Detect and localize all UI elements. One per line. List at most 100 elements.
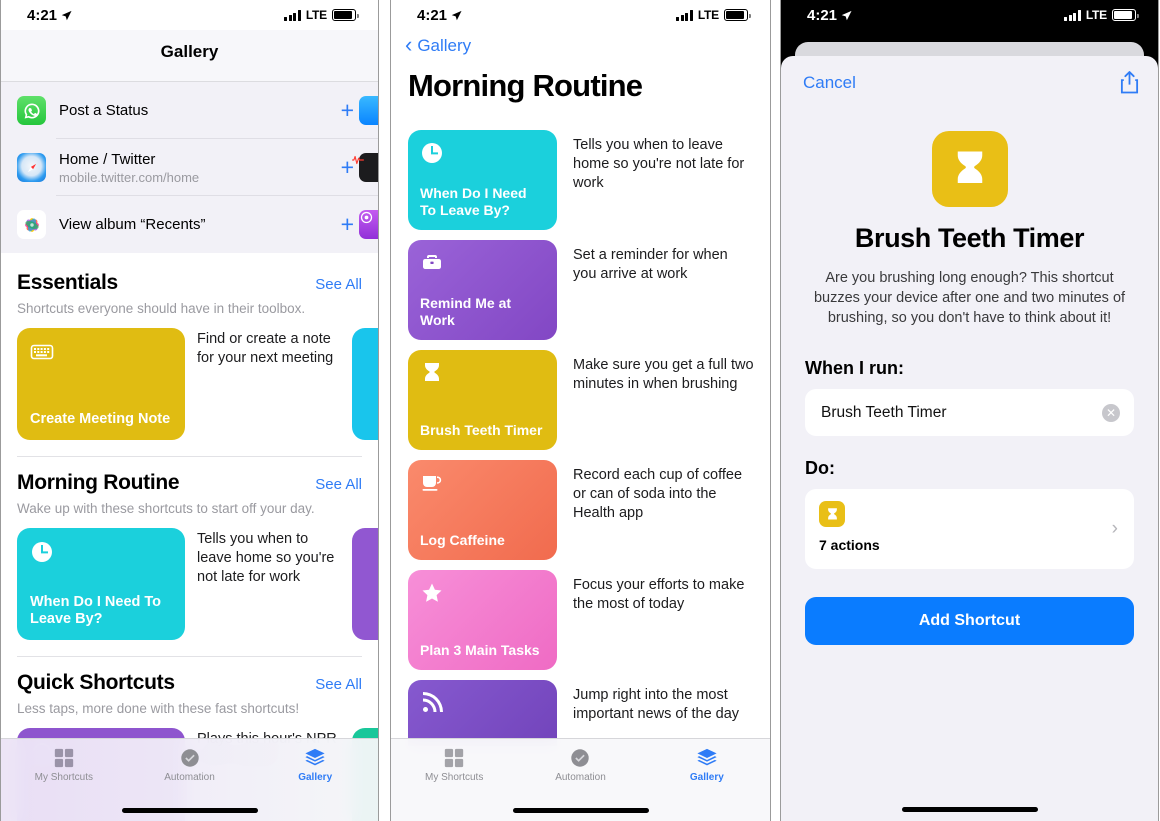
section-header: Quick Shortcuts See All xyxy=(17,671,362,695)
see-all-link[interactable]: See All xyxy=(315,276,362,293)
shortcut-description: Tells you when to leave home so you're n… xyxy=(197,531,335,585)
peek-app-icon xyxy=(359,210,378,239)
location-arrow-icon xyxy=(841,10,852,20)
section-cards: Create Meeting Note Find or create a not… xyxy=(17,328,378,440)
battery-icon xyxy=(724,9,751,21)
list-item[interactable]: Log Caffeine Record each cup of coffee o… xyxy=(391,460,770,570)
shortcut-list[interactable]: When Do I Need To Leave By? Tells you wh… xyxy=(391,130,770,746)
add-shortcut-button[interactable]: Add Shortcut xyxy=(805,597,1134,645)
tab-automation[interactable]: Automation xyxy=(517,747,643,783)
tab-label: My Shortcuts xyxy=(424,772,484,783)
shortcut-card[interactable]: Plan 3 Main Tasks xyxy=(408,570,557,670)
list-item-text: Post a Status xyxy=(59,101,341,120)
cancel-button[interactable]: Cancel xyxy=(803,73,856,93)
shortcut-card-name: Brush Teeth Timer xyxy=(420,422,543,438)
share-icon[interactable] xyxy=(1119,70,1140,95)
phone-panel-morning-routine: 4:21 LTE ‹ Gallery Morning Routine When … xyxy=(390,0,771,821)
status-bar: 4:21 LTE xyxy=(391,0,770,30)
shortcut-description: Focus your efforts to make the most of t… xyxy=(573,577,745,612)
shortcut-card[interactable]: When Do I Need To Leave By? xyxy=(408,130,557,230)
tab-gallery[interactable]: Gallery xyxy=(252,747,378,783)
screenshot-stage: 4:21 LTE Gallery Post a Status + Home / … xyxy=(0,0,1160,821)
shortcut-description: Record each cup of coffee or can of soda… xyxy=(573,467,743,521)
shortcut-card-name: When Do I Need To Leave By? xyxy=(30,594,162,627)
clock-icon xyxy=(422,143,442,163)
shortcut-name-input[interactable]: Brush Teeth Timer ✕ xyxy=(805,389,1134,436)
actions-card[interactable]: 7 actions › xyxy=(805,489,1134,569)
page-title: Morning Routine xyxy=(408,68,643,103)
page-title: Brush Teeth Timer xyxy=(854,223,1085,253)
list-item[interactable]: When Do I Need To Leave By? Tells you wh… xyxy=(391,130,770,240)
list-item-text: Home / Twitter mobile.twitter.com/home xyxy=(59,150,341,186)
back-button[interactable]: ‹ Gallery xyxy=(405,32,770,57)
section-header: Essentials See All xyxy=(17,271,362,295)
list-item[interactable]: Remind Me at Work Set a reminder for whe… xyxy=(391,240,770,350)
section-subtitle: Wake up with these shortcuts to start of… xyxy=(17,501,315,516)
layers-icon xyxy=(697,748,717,766)
tab-automation[interactable]: Automation xyxy=(127,747,253,783)
gallery-scroll-area[interactable]: Post a Status + Home / Twitter mobile.tw… xyxy=(1,82,378,821)
peek-card[interactable] xyxy=(352,528,378,640)
clear-circle-icon[interactable]: ✕ xyxy=(1102,403,1120,422)
section-title: Essentials xyxy=(17,271,118,294)
shortcut-card[interactable]: Remind Me at Work xyxy=(408,240,557,340)
list-item[interactable]: Jump right into the most important news … xyxy=(391,680,770,746)
see-all-link[interactable]: See All xyxy=(315,676,362,693)
shortcut-app-icon xyxy=(931,131,1008,207)
see-all-link[interactable]: See All xyxy=(315,476,362,493)
tab-my-shortcuts[interactable]: My Shortcuts xyxy=(1,747,127,783)
signal-bars-icon xyxy=(1064,9,1081,21)
tab-gallery[interactable]: Gallery xyxy=(644,747,770,783)
status-bar-left: 4:21 xyxy=(807,7,852,24)
layers-icon xyxy=(305,748,325,766)
hourglass-icon xyxy=(957,151,982,183)
home-indicator xyxy=(121,808,258,813)
shortcut-description: Jump right into the most important news … xyxy=(573,687,740,722)
section-morning-routine: Morning Routine See All Wake up with the… xyxy=(1,457,378,657)
peek-card[interactable] xyxy=(352,328,378,440)
list-item[interactable]: Brush Teeth Timer Make sure you get a fu… xyxy=(391,350,770,460)
status-time: 4:21 xyxy=(27,6,58,24)
list-item[interactable]: Plan 3 Main Tasks Focus your efforts to … xyxy=(391,570,770,680)
page-title: Gallery xyxy=(160,42,219,61)
tab-label: Automation xyxy=(164,772,215,783)
sheet-toolbar: Cancel xyxy=(781,56,1158,95)
carrier-label: LTE xyxy=(305,8,327,22)
shortcut-description: Find or create a note for your next meet… xyxy=(197,331,334,366)
shortcut-card[interactable]: Log Caffeine xyxy=(408,460,557,560)
status-bar: 4:21 LTE xyxy=(781,0,1158,30)
chevron-left-icon: ‹ xyxy=(405,32,413,57)
list-item[interactable]: Post a Status + xyxy=(1,82,378,139)
carrier-label: LTE xyxy=(697,8,719,22)
tab-my-shortcuts[interactable]: My Shortcuts xyxy=(391,747,517,783)
battery-icon xyxy=(1112,9,1139,21)
peek-app-icon xyxy=(352,153,378,182)
tab-label: Gallery xyxy=(689,772,724,783)
keyboard-icon xyxy=(30,344,54,360)
shortcut-card[interactable] xyxy=(408,680,557,746)
shortcut-card[interactable]: When Do I Need To Leave By? xyxy=(17,528,185,640)
list-item-title: View album “Recents” xyxy=(59,216,206,233)
hourglass-icon xyxy=(425,363,439,381)
list-item-subtitle: mobile.twitter.com/home xyxy=(59,169,200,185)
suggestions-list: Post a Status + Home / Twitter mobile.tw… xyxy=(1,82,378,253)
section-subtitle: Shortcuts everyone should have in their … xyxy=(17,301,306,316)
do-label: Do: xyxy=(805,458,835,478)
section-cards: When Do I Need To Leave By? Tells you wh… xyxy=(17,528,378,640)
status-bar-right: LTE xyxy=(284,8,359,22)
list-item[interactable]: Home / Twitter mobile.twitter.com/home + xyxy=(1,139,378,196)
shortcut-card[interactable]: Create Meeting Note xyxy=(17,328,185,440)
whatsapp-icon xyxy=(17,96,46,125)
actions-count-label: 7 actions xyxy=(819,537,880,553)
photos-icon xyxy=(17,210,46,239)
status-bar-left: 4:21 xyxy=(27,7,72,24)
list-item[interactable]: View album “Recents” + xyxy=(1,196,378,253)
status-time: 4:21 xyxy=(807,6,838,24)
grid-icon xyxy=(444,748,464,768)
chevron-right-icon: › xyxy=(1111,518,1118,539)
panel-gap xyxy=(379,0,390,821)
status-bar-right: LTE xyxy=(1064,8,1139,22)
shortcut-card[interactable]: Brush Teeth Timer xyxy=(408,350,557,450)
shortcut-card-name: Plan 3 Main Tasks xyxy=(420,642,540,658)
shortcut-description: Set a reminder for when you arrive at wo… xyxy=(573,247,728,282)
